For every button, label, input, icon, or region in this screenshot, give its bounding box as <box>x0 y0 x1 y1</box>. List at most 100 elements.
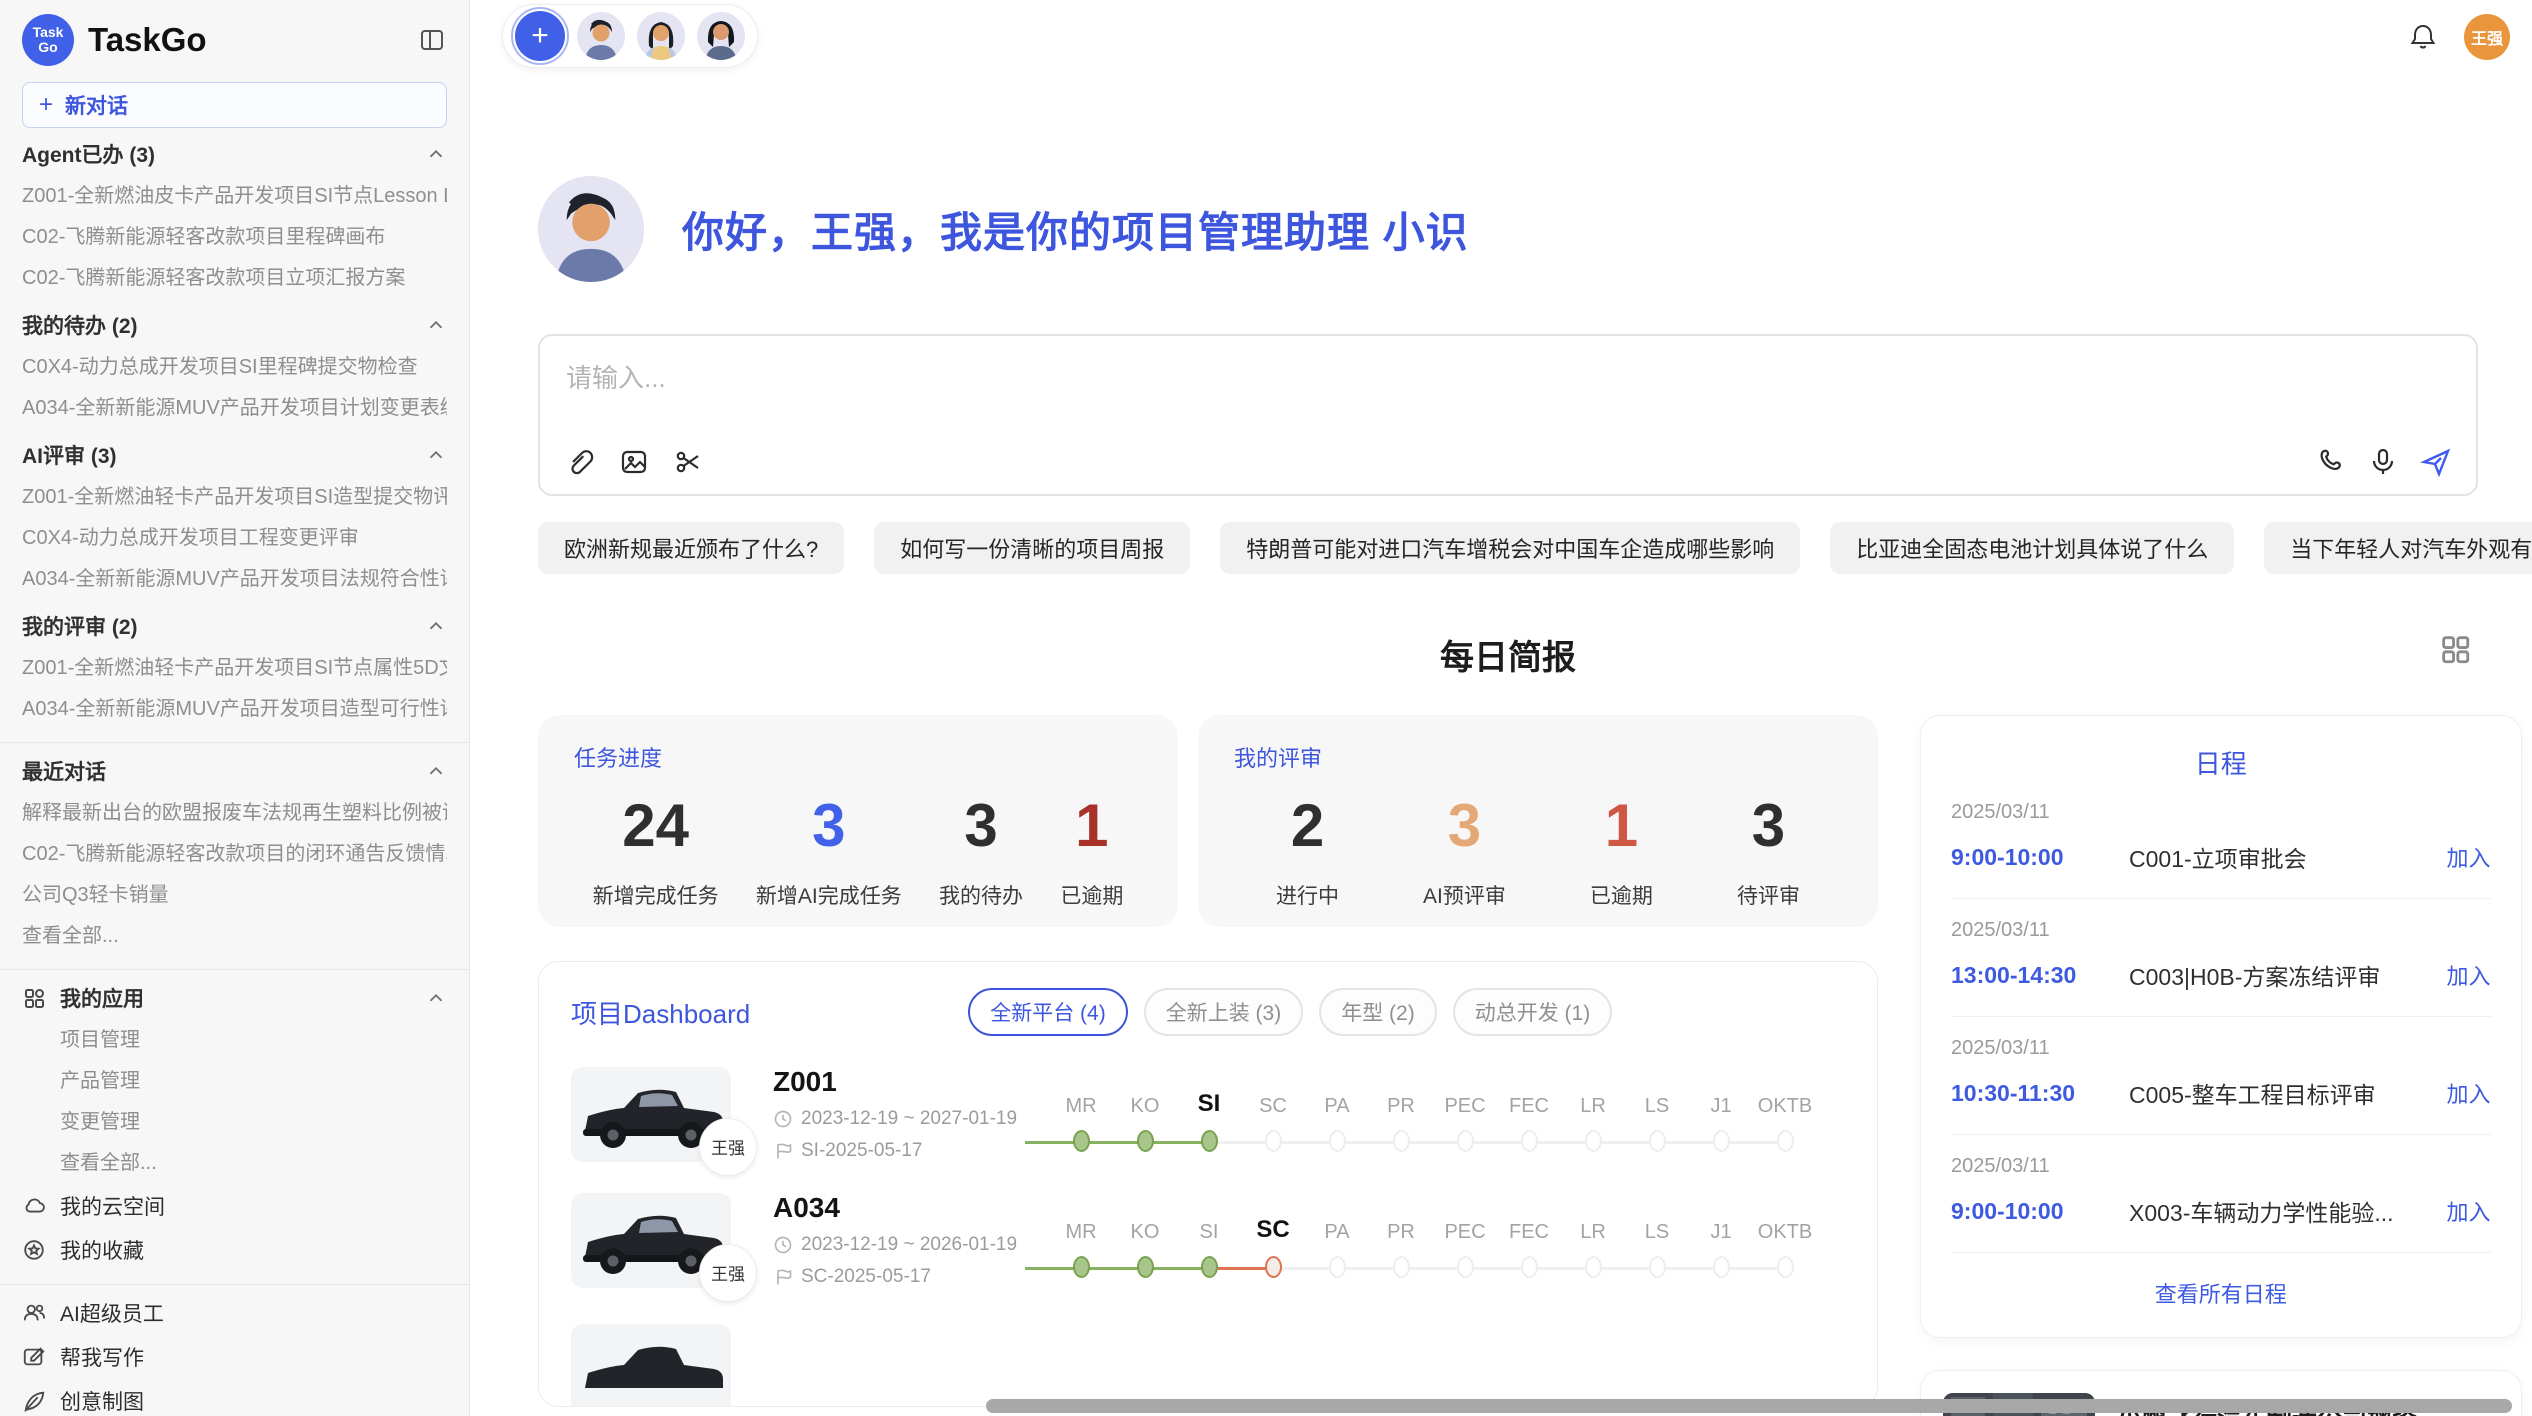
suggestion-chip[interactable]: 当下年轻人对汽车外观有怎样的喜好趋势 <box>2264 522 2532 574</box>
app-item-product-mgmt[interactable]: 产品管理 <box>22 1061 447 1102</box>
stat-pending-review: 3 待评审 <box>1737 791 1800 910</box>
image-icon[interactable] <box>618 446 650 478</box>
logo-text-top: Task <box>33 25 64 40</box>
sidebar-item-help-write[interactable]: 帮我写作 <box>22 1335 447 1379</box>
sidebar-collapse-icon[interactable] <box>417 25 447 55</box>
phone-call-icon[interactable] <box>2316 447 2346 477</box>
main-area: + 王强 你好，王强，我是你的项目管理 <box>470 0 2532 1416</box>
project-row-a034[interactable]: 王强 A034 2023-12-19 ~ 2026-01-19 <box>571 1192 1845 1288</box>
milestone-dot <box>1777 1256 1794 1278</box>
schedule-event-name: C003|H0B-方案冻结评审 <box>2129 958 2435 992</box>
apps-view-all-link[interactable]: 查看全部... <box>22 1143 447 1184</box>
message-input[interactable] <box>566 358 2450 428</box>
project-row-z001[interactable]: 王强 Z001 2023-12-19 ~ 2027-01-19 <box>571 1066 1845 1162</box>
stat-new-ai-done: 3 新增AI完成任务 <box>756 791 902 910</box>
schedule-join-link[interactable]: 加入 <box>2447 1077 2491 1109</box>
briefing-title: 每日简报 <box>1440 639 1576 677</box>
stat-value: 3 <box>756 791 902 860</box>
tab-new-upfit[interactable]: 全新上装 (3) <box>1144 988 1304 1036</box>
milestone-dot <box>1649 1130 1666 1152</box>
sidebar-task-item[interactable]: C0X4-动力总成开发项目SI里程碑提交物检查 <box>22 347 447 388</box>
stat-my-todo: 3 我的待办 <box>939 791 1023 910</box>
recent-chat-item[interactable]: 解释最新出台的欧盟报废车法规再生塑料比例被调至15%... <box>22 793 447 834</box>
section-header-my-review[interactable]: 我的评审 (2) <box>22 604 447 648</box>
tab-all-new-platform[interactable]: 全新平台 (4) <box>968 988 1128 1036</box>
suggestion-chip[interactable]: 比亚迪全固态电池计划具体说了什么 <box>1830 522 2234 574</box>
section-header-agent-done[interactable]: Agent已办 (3) <box>22 132 447 176</box>
left-column: 任务进度 24 新增完成任务 3 新增AI完成任务 <box>538 715 1878 1416</box>
scissors-icon[interactable] <box>672 446 704 478</box>
app-item-change-mgmt[interactable]: 变更管理 <box>22 1102 447 1143</box>
ai-staff-label: AI超级员工 <box>60 1298 164 1328</box>
sidebar-item-favorites[interactable]: 我的收藏 <box>22 1228 447 1272</box>
project-code: A034 <box>773 1192 1023 1224</box>
notification-bell-icon[interactable] <box>2408 22 2438 52</box>
section-header-my-todo[interactable]: 我的待办 (2) <box>22 303 447 347</box>
schedule-date: 2025/03/11 <box>1951 1155 2491 1178</box>
greeting-text: 你好，王强，我是你的项目管理助理 小识 <box>682 199 1469 260</box>
section-header-my-apps[interactable]: 我的应用 <box>22 976 447 1020</box>
user-avatar[interactable]: 王强 <box>2464 14 2510 60</box>
sidebar-task-item[interactable]: C02-飞腾新能源轻客改款项目立项汇报方案 <box>22 258 447 299</box>
layout-grid-icon[interactable] <box>2438 632 2472 666</box>
schedule-time: 13:00-14:30 <box>1951 962 2129 989</box>
logo-text-bottom: Go <box>38 40 57 55</box>
tab-powertrain-dev[interactable]: 动总开发 (1) <box>1453 988 1613 1036</box>
stat-value: 3 <box>939 791 1023 860</box>
schedule-item: 2025/03/11 13:00-14:30 C003|H0B-方案冻结评审 加… <box>1951 899 2491 1017</box>
stat-label: 新增完成任务 <box>593 880 719 910</box>
suggestion-chip[interactable]: 如何写一份清晰的项目周报 <box>874 522 1190 574</box>
view-all-schedule-link[interactable]: 查看所有日程 <box>1951 1253 2491 1319</box>
stat-label: 待评审 <box>1737 880 1800 910</box>
agent-avatar-3[interactable] <box>697 12 745 60</box>
horizontal-scrollbar[interactable] <box>986 1399 2512 1413</box>
sidebar-task-item[interactable]: A034-全新新能源MUV产品开发项目法规符合性评审 <box>22 559 447 600</box>
sidebar-task-item[interactable]: C0X4-动力总成开发项目工程变更评审 <box>22 518 447 559</box>
sidebar-item-creative-draw[interactable]: 创意制图 <box>22 1379 447 1416</box>
section-title: Agent已办 (3) <box>22 139 155 169</box>
sidebar-item-ai-staff[interactable]: AI超级员工 <box>22 1291 447 1335</box>
sidebar-task-item[interactable]: A034-全新新能源MUV产品开发项目造型可行性评审 <box>22 689 447 730</box>
sidebar-task-item[interactable]: C02-飞腾新能源轻客改款项目里程碑画布 <box>22 217 447 258</box>
sidebar-item-cloud-space[interactable]: 我的云空间 <box>22 1184 447 1228</box>
project-flag: SC-2025-05-17 <box>773 1266 1023 1288</box>
sidebar-task-item[interactable]: Z001-全新燃油轻卡产品开发项目SI节点属性5D文件评审 <box>22 648 447 689</box>
section-header-recent-chats[interactable]: 最近对话 <box>22 749 447 793</box>
suggestion-chip[interactable]: 特朗普可能对进口汽车增税会对中国车企造成哪些影响 <box>1220 522 1800 574</box>
schedule-join-link[interactable]: 加入 <box>2447 841 2491 873</box>
apps-grid-icon <box>22 986 46 1010</box>
milestone-dot <box>1521 1130 1538 1152</box>
new-chat-button[interactable]: + 新对话 <box>22 82 447 128</box>
composer-right-icons <box>2316 446 2452 478</box>
sidebar-task-item[interactable]: A034-全新新能源MUV产品开发项目计划变更表编写 <box>22 388 447 429</box>
tab-model-year[interactable]: 年型 (2) <box>1319 988 1437 1036</box>
task-progress-card: 任务进度 24 新增完成任务 3 新增AI完成任务 <box>538 715 1178 927</box>
attachment-icon[interactable] <box>564 446 596 478</box>
milestone-oktb: OKTB <box>1753 1206 1817 1278</box>
recent-chat-item[interactable]: 公司Q3轻卡销量 <box>22 875 447 916</box>
agent-avatar-1[interactable] <box>577 12 625 60</box>
chevron-up-icon <box>425 760 447 782</box>
app-item-project-mgmt[interactable]: 项目管理 <box>22 1020 447 1061</box>
cloud-icon <box>22 1194 46 1218</box>
divider <box>0 1284 469 1285</box>
truck-image <box>571 1324 731 1407</box>
sidebar-task-item[interactable]: Z001-全新燃油皮卡产品开发项目SI节点Lesson Learn报告 <box>22 176 447 217</box>
stat-label: AI预评审 <box>1423 880 1506 910</box>
section-header-ai-review[interactable]: AI评审 (3) <box>22 433 447 477</box>
milestone-timeline: MR KO SI SC PA PR PEC FEC LR LS <box>1049 1076 1845 1152</box>
suggestion-chip[interactable]: 欧洲新规最近颁布了什么? <box>538 522 844 574</box>
milestone-dot <box>1265 1130 1282 1152</box>
send-icon[interactable] <box>2420 446 2452 478</box>
schedule-join-link[interactable]: 加入 <box>2447 1195 2491 1227</box>
schedule-date: 2025/03/11 <box>1951 801 2491 824</box>
recent-view-all-link[interactable]: 查看全部... <box>22 916 447 957</box>
add-session-button[interactable]: + <box>515 11 565 61</box>
milestone-oktb: OKTB <box>1753 1080 1817 1152</box>
recent-chat-item[interactable]: C02-飞腾新能源轻客改款项目的闭环通告反馈情况 <box>22 834 447 875</box>
session-pill: + <box>502 4 758 68</box>
sidebar-task-item[interactable]: Z001-全新燃油轻卡产品开发项目SI造型提交物评审 <box>22 477 447 518</box>
agent-avatar-2[interactable] <box>637 12 685 60</box>
schedule-join-link[interactable]: 加入 <box>2447 959 2491 991</box>
microphone-icon[interactable] <box>2368 447 2398 477</box>
